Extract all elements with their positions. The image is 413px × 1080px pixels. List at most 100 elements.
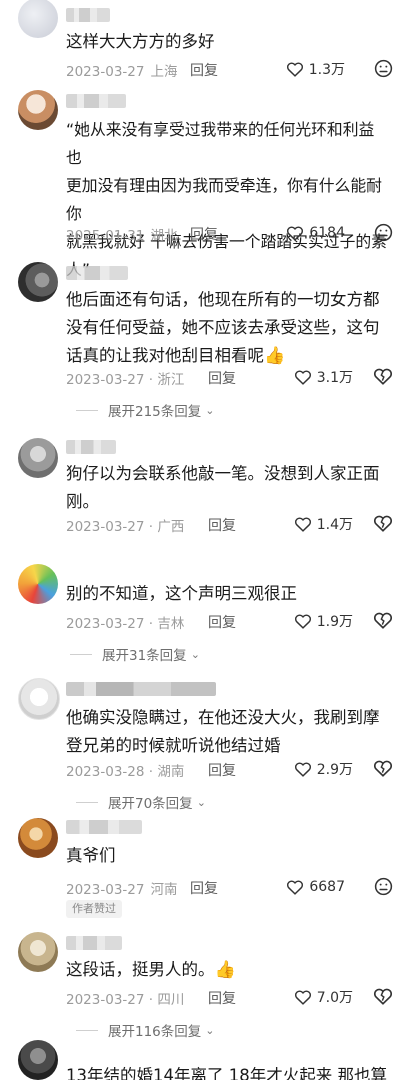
username-blurred[interactable]	[66, 8, 110, 22]
username-blurred[interactable]	[66, 440, 116, 454]
comment-text: 真爷们	[66, 846, 116, 865]
reply-button[interactable]: 回复	[190, 224, 218, 244]
like-count: 6184	[309, 225, 345, 241]
comment-location: 浙江	[157, 372, 185, 388]
comment-date-location: 2023-03-27 · 四川	[66, 992, 185, 1008]
comment-location: 广西	[157, 519, 185, 535]
comment-meta: 2023-03-27 上海 回复 1.3万	[66, 58, 399, 80]
avatar[interactable]	[18, 262, 58, 302]
comment-meta: 2023-03-27 · 四川 回复 7.0万	[66, 986, 399, 1008]
avatar[interactable]	[18, 90, 58, 130]
reply-button[interactable]: 回复	[208, 612, 236, 632]
avatar[interactable]	[18, 438, 58, 478]
username-blurred[interactable]	[66, 266, 128, 280]
comment-meta: 2023-03-27 · 浙江 回复 3.1万	[66, 366, 399, 388]
comment-date: 2023-03-27	[66, 372, 145, 388]
heart-icon	[294, 517, 311, 532]
comment-text-body: 这段话，挺男人的。	[66, 960, 215, 979]
comment-item: 狗仔以为会联系他敲一笔。没想到人家正面 刚。 2023-03-27 · 广西 回…	[0, 434, 413, 544]
comment-item: “她从来没有享受过我带来的任何光环和利益 也 更加没有理由因为我而受牵连，你有什…	[0, 86, 413, 279]
dislike-button[interactable]	[373, 367, 393, 389]
expand-replies-button[interactable]: 展开116条回复 ⌄	[76, 1020, 215, 1040]
reply-button[interactable]: 回复	[190, 878, 218, 898]
expand-replies-button[interactable]: 展开31条回复 ⌄	[70, 644, 200, 664]
broken-heart-icon	[373, 368, 393, 385]
like-button[interactable]: 1.3万	[286, 58, 345, 80]
divider-line	[70, 653, 92, 655]
comment-location: 河南	[150, 882, 178, 898]
like-button[interactable]: 2.9万	[294, 758, 353, 780]
username-blurred[interactable]	[66, 682, 216, 696]
dislike-button[interactable]	[373, 987, 393, 1009]
comment-date-location: 2023-03-27 · 广西	[66, 519, 185, 535]
username-blurred[interactable]	[66, 94, 126, 108]
like-button[interactable]: 7.0万	[294, 986, 353, 1008]
heart-icon	[294, 614, 311, 629]
chevron-down-icon: ⌄	[196, 795, 206, 809]
like-button[interactable]: 6184	[286, 222, 345, 244]
reply-button[interactable]: 回复	[208, 988, 236, 1008]
chevron-down-icon: ⌄	[190, 647, 200, 661]
like-button[interactable]: 1.4万	[294, 513, 353, 535]
reply-button[interactable]: 回复	[208, 760, 236, 780]
comment-location: 湖南	[157, 764, 185, 780]
author-liked-badge: 作者赞过	[66, 900, 122, 918]
comment-date-location: 2023-03-28 · 湖南	[66, 764, 185, 780]
comment-item: 他后面还有句话，他现在所有的一切女方都 没有任何受益，她不应该去承受这些，这句 …	[0, 256, 413, 428]
dislike-button[interactable]	[374, 59, 393, 82]
like-count: 1.9万	[316, 614, 353, 630]
broken-heart-icon	[373, 988, 393, 1005]
comment-feed[interactable]: 这样大大方方的多好 2023-03-27 上海 回复 1.3万 “她从来没有享受过…	[0, 0, 413, 1080]
expand-replies-button[interactable]: 展开70条回复 ⌄	[76, 792, 206, 812]
dislike-button[interactable]	[373, 611, 393, 633]
heart-icon	[294, 762, 311, 777]
comment-date-location: 2023-03-27 · 浙江	[66, 372, 185, 388]
comment-date-location: 2025-01-31 湖北	[66, 224, 177, 244]
comment-text: 这段话，挺男人的。👍	[66, 956, 391, 984]
heart-icon	[294, 370, 311, 385]
broken-heart-icon	[373, 760, 393, 777]
expand-replies-label: 展开116条回复	[108, 1024, 202, 1040]
avatar[interactable]	[18, 564, 58, 604]
comment-item: 他确实没隐瞒过，在他还没大火，我刷到摩 登兄弟的时候就听说他结过婚 2023-0…	[0, 676, 413, 816]
dislike-button[interactable]	[374, 223, 393, 246]
reply-button[interactable]: 回复	[208, 368, 236, 388]
avatar[interactable]	[18, 1040, 58, 1080]
like-count: 3.1万	[316, 370, 353, 386]
dislike-button[interactable]	[373, 759, 393, 781]
expand-replies-button[interactable]: 展开215条回复 ⌄	[76, 400, 215, 420]
heart-icon	[286, 62, 303, 77]
comment-text: 这样大大方方的多好	[66, 32, 215, 51]
comment-date: 2023-03-27	[66, 882, 145, 898]
comment-text: 他后面还有句话，他现在所有的一切女方都 没有任何受益，她不应该去承受这些，这句 …	[66, 286, 391, 370]
avatar[interactable]	[18, 818, 58, 858]
like-button[interactable]: 1.9万	[294, 610, 353, 632]
like-button[interactable]: 6687	[286, 876, 345, 898]
comment-date-location: 2023-03-27 · 吉林	[66, 616, 185, 632]
reply-button[interactable]: 回复	[190, 60, 218, 80]
username-blurred[interactable]	[66, 820, 142, 834]
username-blurred[interactable]	[66, 936, 122, 950]
like-button[interactable]: 3.1万	[294, 366, 353, 388]
reply-button[interactable]: 回复	[208, 515, 236, 535]
avatar[interactable]	[18, 932, 58, 972]
dislike-button[interactable]	[374, 877, 393, 900]
divider-line	[76, 409, 98, 411]
like-count: 6687	[309, 879, 345, 895]
comment-date: 2025-01-31	[66, 228, 145, 244]
avatar[interactable]	[18, 0, 58, 38]
expand-replies-label: 展开31条回复	[102, 648, 187, 664]
like-count: 1.4万	[316, 517, 353, 533]
comment-date: 2023-03-28	[66, 764, 145, 780]
avatar[interactable]	[18, 678, 60, 720]
comment-meta: 2023-03-27 · 吉林 回复 1.9万	[66, 610, 399, 632]
like-count: 7.0万	[316, 990, 353, 1006]
comment-location: 吉林	[157, 616, 185, 632]
comment-date: 2023-03-27	[66, 64, 145, 80]
comment-location: 上海	[150, 64, 178, 80]
dislike-button[interactable]	[373, 514, 393, 536]
comment-date-location: 2023-03-27 河南	[66, 878, 177, 898]
expand-replies-label: 展开215条回复	[108, 404, 202, 420]
comment-date: 2023-03-27	[66, 616, 145, 632]
comment-meta: 2023-03-27 河南 回复 6687	[66, 876, 399, 898]
